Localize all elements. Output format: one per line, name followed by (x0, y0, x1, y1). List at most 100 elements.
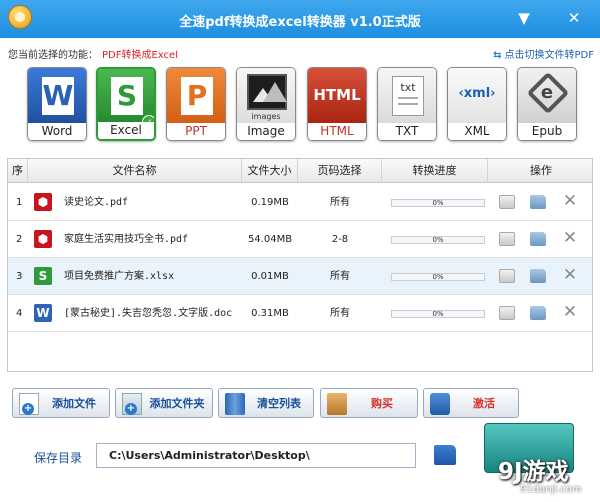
delete-icon[interactable]: ✕ (562, 191, 578, 211)
table-row[interactable]: 1 ⬢ 读史论文.pdf 0.19MB 所有 0% ✕ (8, 184, 592, 221)
shopping-bag-icon (327, 393, 347, 415)
format-image-button[interactable]: images Image (236, 67, 296, 141)
title-bar: 全速pdf转换成excel转换器 v1.0正式版 ▼ ✕ (0, 0, 600, 38)
add-file-button[interactable]: + 添加文件 (12, 388, 110, 418)
word-icon: W (28, 68, 86, 125)
activate-arrow-icon (430, 393, 450, 415)
format-epub-button[interactable]: e Epub (517, 67, 577, 141)
format-excel-button[interactable]: S ✓ Excel (96, 67, 156, 141)
add-folder-button[interactable]: + 添加文件夹 (115, 388, 213, 418)
print-icon[interactable] (499, 306, 515, 320)
browse-folder-icon[interactable] (434, 445, 456, 465)
table-row[interactable]: 2 ⬢ 家庭生活实用技巧全书.pdf 54.04MB 2-8 0% ✕ (8, 221, 592, 258)
html-icon: HTML (308, 68, 366, 125)
folder-icon[interactable] (530, 195, 546, 209)
window-title: 全速pdf转换成excel转换器 v1.0正式版 (179, 15, 421, 30)
row-index: 1 (16, 197, 23, 208)
xml-icon: ‹xml› (448, 68, 506, 125)
file-size: 0.01MB (251, 271, 289, 282)
app-logo-icon (8, 5, 32, 29)
row-index: 2 (16, 234, 23, 245)
header-file-name: 文件名称 (28, 159, 242, 183)
format-xml-button[interactable]: ‹xml› XML (447, 67, 507, 141)
header-index: 序 (8, 159, 28, 183)
header-progress: 转换进度 (382, 159, 488, 183)
current-function: 您当前选择的功能： PDF转换成Excel (8, 46, 178, 61)
buy-label: 购买 (371, 397, 393, 410)
activate-button[interactable]: 激活 (423, 388, 519, 418)
delete-icon[interactable]: ✕ (562, 302, 578, 322)
folder-icon[interactable] (530, 232, 546, 246)
watermark-url: 91danji.com (520, 484, 582, 495)
table-row[interactable]: 4 W [蒙古秘史].失吉忽秃忽.文字版.doc 0.31MB 所有 0% ✕ (8, 295, 592, 332)
page-select[interactable]: 所有 (298, 295, 382, 332)
format-txt-label: TXT (378, 123, 436, 140)
clear-list-label: 清空列表 (257, 397, 301, 410)
trash-icon (225, 393, 245, 415)
html-tile-text: HTML (313, 86, 361, 104)
page-select[interactable]: 所有 (298, 258, 382, 295)
switch-arrows-icon: ⇆ (493, 50, 502, 61)
page-select[interactable]: 所有 (298, 184, 382, 221)
format-ppt-label: PPT (167, 123, 225, 140)
file-name: [蒙古秘史].失吉忽秃忽.文字版.doc (64, 308, 233, 319)
progress-text: 0% (432, 199, 444, 207)
format-ppt-button[interactable]: P PPT (166, 67, 226, 141)
current-function-mode: PDF转换成Excel (102, 50, 178, 61)
current-function-label: 您当前选择的功能： (8, 50, 98, 61)
add-folder-icon: + (122, 393, 142, 415)
folder-icon[interactable] (530, 306, 546, 320)
table-header: 序 文件名称 文件大小 页码选择 转换进度 操作 (8, 159, 592, 183)
header-page-select: 页码选择 (298, 159, 382, 183)
format-xml-label: XML (448, 123, 506, 140)
txt-tile-text: txt (400, 81, 416, 94)
minimize-button[interactable]: ▼ (514, 8, 534, 28)
xml-tile-text: ‹xml› (458, 86, 496, 101)
print-icon[interactable] (499, 232, 515, 246)
progress-text: 0% (432, 236, 444, 244)
pdf-file-icon: ⬢ (34, 230, 52, 248)
ppt-tile-glyph: P (181, 77, 213, 115)
file-size: 0.31MB (251, 308, 289, 319)
file-size: 0.19MB (251, 197, 289, 208)
delete-icon[interactable]: ✕ (562, 265, 578, 285)
print-icon[interactable] (499, 195, 515, 209)
image-tile-text: images (251, 112, 281, 121)
format-html-button[interactable]: HTML HTML (307, 67, 367, 141)
switch-mode-link[interactable]: ⇆ 点击切换文件转PDF (493, 46, 594, 61)
close-button[interactable]: ✕ (564, 8, 584, 28)
page-select[interactable]: 2-8 (298, 221, 382, 258)
format-word-button[interactable]: W Word (27, 67, 87, 141)
save-dir-label: 保存目录 (34, 451, 83, 465)
xlsx-file-icon: S (34, 267, 52, 285)
image-frame (247, 74, 287, 110)
doc-file-icon: W (34, 304, 52, 322)
progress-bar: 0% (391, 199, 485, 207)
format-txt-button[interactable]: txt TXT (377, 67, 437, 141)
progress-text: 0% (432, 310, 444, 318)
excel-tile-glyph: S (111, 77, 143, 115)
buy-button[interactable]: 购买 (320, 388, 418, 418)
save-path-field[interactable]: C:\Users\Administrator\Desktop\ (96, 443, 416, 468)
file-name: 家庭生活实用技巧全书.pdf (64, 234, 189, 245)
clear-list-button[interactable]: 清空列表 (218, 388, 314, 418)
delete-icon[interactable]: ✕ (562, 228, 578, 248)
file-size: 54.04MB (247, 234, 293, 245)
switch-mode-label: 点击切换文件转PDF (504, 50, 594, 61)
watermark-text: 9J游戏 (498, 459, 569, 485)
format-word-label: Word (28, 123, 86, 140)
add-file-icon: + (19, 393, 39, 415)
format-epub-label: Epub (518, 123, 576, 140)
folder-icon[interactable] (530, 269, 546, 283)
row-index: 4 (16, 308, 23, 319)
format-html-label: HTML (308, 123, 366, 140)
txt-icon: txt (378, 68, 436, 125)
progress-bar: 0% (391, 310, 485, 318)
print-icon[interactable] (499, 269, 515, 283)
add-file-label: 添加文件 (52, 397, 96, 410)
table-row[interactable]: 3 S 项目免费推广方案.xlsx 0.01MB 所有 0% ✕ (8, 258, 592, 295)
progress-bar: 0% (391, 273, 485, 281)
epub-icon: e (518, 68, 576, 125)
file-name: 读史论文.pdf (64, 197, 129, 208)
file-name: 项目免费推广方案.xlsx (64, 271, 175, 282)
